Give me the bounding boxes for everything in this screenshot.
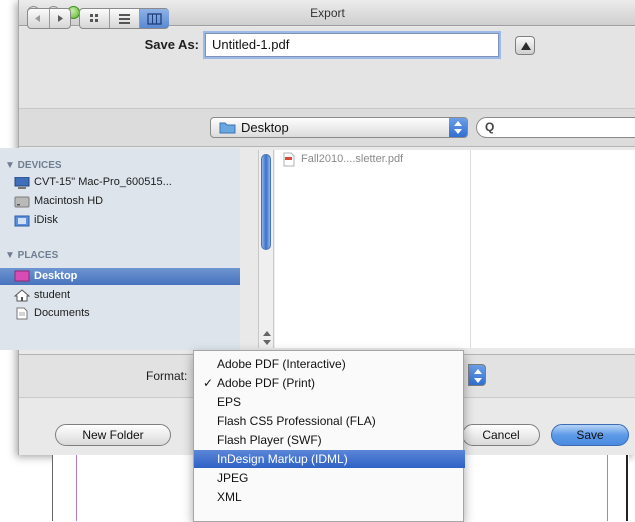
save-as-label: Save As: — [144, 37, 199, 52]
location-label: Desktop — [241, 120, 289, 135]
search-icon: Q — [485, 120, 495, 134]
popup-arrows-icon — [474, 369, 482, 383]
file-item[interactable]: Fall2010....sletter.pdf — [283, 152, 473, 168]
menu-item-pdf-print[interactable]: ✓ Adobe PDF (Print) — [194, 374, 465, 392]
folder-icon — [219, 122, 236, 134]
margin-guide — [76, 455, 77, 521]
file-list: Fall2010....sletter.pdf — [275, 150, 635, 348]
documents-icon — [16, 307, 28, 320]
sidebar-header-devices: ▼ DEVICES — [5, 160, 62, 171]
checkmark-icon: ✓ — [203, 376, 214, 390]
save-button[interactable]: Save — [551, 424, 629, 446]
sidebar-item-idisk[interactable]: iDisk — [14, 213, 236, 229]
new-folder-button[interactable]: New Folder — [55, 424, 171, 446]
triangle-up-icon — [521, 42, 531, 50]
sidebar-item-student[interactable]: student — [14, 288, 236, 304]
format-menu: Adobe PDF (Interactive) ✓ Adobe PDF (Prin… — [193, 350, 465, 522]
menu-item-jpeg[interactable]: JPEG — [194, 469, 465, 487]
menu-item-xml[interactable]: XML — [194, 488, 465, 506]
sidebar-item-label: CVT-15" Mac-Pro_600515... — [34, 176, 172, 188]
back-arrow-icon — [35, 15, 40, 22]
page-edge — [626, 455, 628, 521]
location-popup[interactable]: Desktop — [210, 117, 468, 138]
menu-item-idml[interactable]: InDesign Markup (IDML) — [194, 450, 465, 468]
icon-view-button[interactable] — [80, 9, 110, 28]
column-view-button[interactable] — [140, 9, 169, 28]
expand-dialog-button[interactable] — [515, 36, 535, 55]
popup-arrows-icon — [449, 118, 467, 137]
back-forward-control — [27, 8, 71, 29]
computer-icon — [14, 177, 30, 189]
save-as-input[interactable]: Untitled-1.pdf — [205, 33, 499, 57]
columns-icon — [147, 13, 162, 25]
sidebar: ▼ DEVICES CVT-15" Mac-Pro_600515... Maci… — [0, 148, 286, 350]
cancel-button[interactable]: Cancel — [462, 424, 540, 446]
sidebar-item-documents[interactable]: Documents — [14, 306, 236, 322]
list-view-button[interactable] — [110, 9, 140, 28]
search-field[interactable]: Q — [476, 117, 635, 138]
view-mode-control — [79, 8, 169, 29]
pdf-file-icon — [283, 152, 295, 167]
page-edge — [52, 455, 53, 521]
grid-icon — [90, 14, 98, 22]
sidebar-scroll-thumb[interactable] — [261, 154, 271, 250]
idisk-icon — [14, 215, 30, 227]
back-button[interactable] — [28, 9, 50, 28]
list-icon — [119, 14, 130, 24]
menu-item-fla[interactable]: Flash CS5 Professional (FLA) — [194, 412, 465, 430]
sidebar-item-desktop[interactable]: Desktop — [0, 268, 240, 285]
menu-item-pdf-interactive[interactable]: Adobe PDF (Interactive) — [194, 355, 465, 373]
hard-drive-icon — [14, 196, 30, 208]
sidebar-item-label: student — [34, 289, 71, 301]
sidebar-item-macintosh-hd[interactable]: Macintosh HD — [14, 194, 236, 210]
menu-item-eps[interactable]: EPS — [194, 393, 465, 411]
menu-item-swf[interactable]: Flash Player (SWF) — [194, 431, 465, 449]
sidebar-item-label: Documents — [34, 307, 90, 319]
margin-guide — [607, 455, 608, 521]
format-label: Format: — [146, 369, 188, 383]
forward-arrow-icon — [58, 15, 63, 22]
sidebar-item-label: Macintosh HD — [34, 195, 104, 207]
sidebar-item-label: Desktop — [34, 270, 78, 282]
desktop-icon — [14, 270, 30, 282]
sidebar-item-cvt[interactable]: CVT-15" Mac-Pro_600515... — [14, 175, 236, 191]
home-icon — [14, 289, 30, 302]
sidebar-item-label: iDisk — [34, 214, 58, 226]
file-name: Fall2010....sletter.pdf — [301, 153, 404, 165]
column-divider[interactable] — [470, 150, 471, 348]
sidebar-header-places: ▼ PLACES — [5, 250, 59, 261]
format-popup-button[interactable] — [468, 364, 486, 386]
forward-button[interactable] — [50, 9, 71, 28]
scroll-arrows-icon[interactable] — [262, 330, 272, 346]
